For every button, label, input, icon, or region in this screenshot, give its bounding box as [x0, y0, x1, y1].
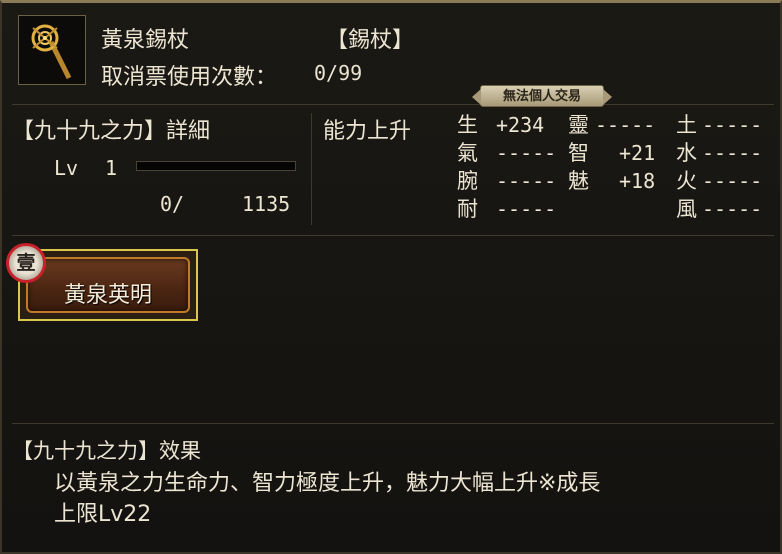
effect-line-2: 上限Lv22 [54, 502, 152, 527]
header-divider [12, 104, 774, 105]
uses-value: 0/99 [314, 61, 363, 85]
stat-name: 魅 [568, 169, 589, 193]
item-name: 黃泉錫杖 [101, 28, 190, 53]
stat-value: ----- [496, 169, 557, 193]
effect-line-1: 以黃泉之力生命力、智力極度上升，魅力大幅上升※成長 [54, 471, 601, 496]
stat-value: ----- [496, 141, 557, 165]
uses-label: 取消票使用次數： [101, 65, 278, 90]
stat-name: 耐 [457, 197, 478, 221]
skill-button-face: 黃泉英明 [26, 257, 190, 313]
stat-name: 風 [676, 197, 697, 221]
stat-value: +234 [496, 113, 545, 137]
stat-value: ----- [496, 197, 557, 221]
stat-name: 生 [457, 113, 478, 137]
stat-name: 火 [676, 169, 697, 193]
stat-value: ----- [702, 141, 763, 165]
item-type: 【錫杖】 [326, 28, 415, 53]
stat-value: ----- [702, 169, 763, 193]
stat-value: ----- [702, 113, 763, 137]
abilities-divider [12, 235, 774, 236]
level-label: Lv [54, 156, 79, 180]
stat-name: 靈 [568, 113, 589, 137]
stat-value: +18 [619, 169, 656, 193]
exp-current: 0/ [160, 192, 185, 216]
item-detail-window: 黃泉錫杖 【錫杖】 取消票使用次數： 0/99 無法個人交易 【九十九之力】詳細… [0, 0, 782, 554]
effect-heading: 【九十九之力】效果 [12, 439, 201, 463]
exp-bar [136, 161, 296, 171]
effect-divider [12, 423, 774, 424]
stat-name: 土 [676, 113, 697, 137]
level-value: 1 [105, 156, 118, 180]
abilities-heading: 能力上升 [323, 119, 412, 144]
detail-heading: 【九十九之力】詳細 [12, 119, 211, 144]
skill-label: 黃泉英明 [63, 283, 152, 308]
stat-value: +21 [619, 141, 656, 165]
exp-max: 1135 [242, 192, 291, 216]
skill-rank-badge: 壹 [6, 243, 46, 283]
stat-value: ----- [702, 197, 763, 221]
stat-value: ----- [595, 113, 656, 137]
section-divider [311, 113, 312, 225]
no-trade-badge: 無法個人交易 [472, 85, 612, 107]
stat-name: 氣 [457, 141, 478, 165]
stat-name: 水 [676, 141, 697, 165]
stat-name: 智 [568, 141, 589, 165]
staff-icon [18, 15, 86, 85]
stat-name: 腕 [457, 169, 478, 193]
